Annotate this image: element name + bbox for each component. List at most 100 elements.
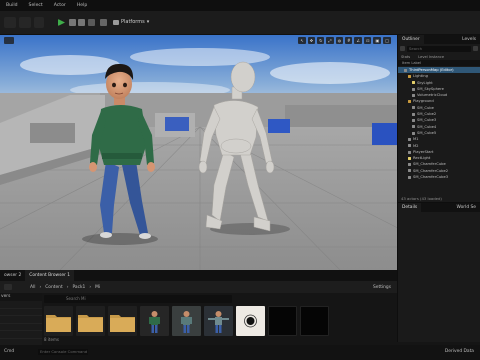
cmd-label[interactable]: Cmd xyxy=(4,349,14,354)
viewport-toolbar: ↖ ✥ ↻ ⤢ ◍ # ∠ ⊡ ▣ □ xyxy=(298,37,391,44)
select-mode-icon[interactable]: ↖ xyxy=(298,37,306,44)
translate-icon[interactable]: ✥ xyxy=(307,37,316,44)
tab-outliner[interactable]: Outliner xyxy=(398,35,424,44)
mesh-icon xyxy=(412,125,415,129)
scale-icon[interactable]: ⤢ xyxy=(326,37,334,44)
level-viewport[interactable]: ↖ ✥ ↻ ⤢ ◍ # ∠ ⊡ ▣ □ xyxy=(0,35,397,270)
character-thumbnail xyxy=(149,311,160,333)
blue-cube xyxy=(165,117,189,131)
rotate-icon[interactable]: ↻ xyxy=(317,37,325,44)
asset-tile-folder[interactable] xyxy=(76,306,105,336)
asset-tile-dark[interactable] xyxy=(268,306,297,336)
platforms-label: Platforms xyxy=(121,19,145,25)
asset-tile-character-teal[interactable] xyxy=(172,306,201,336)
main-toolbar: Platforms ▾ xyxy=(0,11,480,35)
mesh-icon xyxy=(408,137,411,141)
outliner-tabs: Outliner Levels xyxy=(398,35,480,44)
console-command-input[interactable]: Enter Console Command xyxy=(38,349,88,355)
maximize-icon[interactable]: □ xyxy=(383,37,391,44)
actors-count: 43 actors (43 loaded) xyxy=(401,196,442,201)
blue-cube xyxy=(372,123,397,145)
menu-help[interactable]: Help xyxy=(77,3,87,8)
mesh-icon xyxy=(408,144,411,148)
source-row[interactable] xyxy=(0,301,42,309)
outliner-search-input[interactable]: Search xyxy=(407,45,471,52)
outliner-item-label: SM_Cube5 xyxy=(417,130,437,135)
content-browser-toolbar: All › Content › Pack1 › Mi Settings xyxy=(0,281,397,293)
grid-snap-icon[interactable]: # xyxy=(345,37,353,44)
pause-icon[interactable] xyxy=(69,19,76,26)
content-search-input[interactable]: Search Mi xyxy=(44,295,232,303)
platforms-menu[interactable]: Platforms ▾ xyxy=(113,19,149,25)
outliner-panel: Outliner Levels Search Stats Level Insta… xyxy=(397,35,480,202)
status-bar: Cmd Enter Console Command Derived Data xyxy=(0,345,480,360)
mesh-icon xyxy=(412,87,415,91)
source-row[interactable] xyxy=(0,316,42,324)
asset-tile-dark[interactable] xyxy=(300,306,329,336)
outliner-subtabs: Stats Level Instance xyxy=(398,53,480,60)
level-icon xyxy=(404,68,407,72)
tab-world-settings[interactable]: World Se xyxy=(453,205,480,210)
settings-button[interactable]: Settings xyxy=(373,285,391,290)
source-row[interactable] xyxy=(0,309,42,316)
add-icon[interactable] xyxy=(4,284,12,290)
add-filter-icon[interactable] xyxy=(400,46,405,51)
asset-tile-character-tpose[interactable] xyxy=(204,306,233,336)
mesh-icon xyxy=(408,163,411,167)
menu-select[interactable]: Select xyxy=(29,3,43,8)
settings-icon[interactable] xyxy=(473,46,478,51)
asset-tile-folder[interactable] xyxy=(44,306,73,336)
outliner-item-label: SM_ChamferCube3 xyxy=(413,175,449,180)
step-icon[interactable] xyxy=(78,19,85,26)
play-icon[interactable] xyxy=(58,19,65,26)
tab-content-browser-2[interactable]: owser 2 xyxy=(0,270,25,281)
outliner-item[interactable]: SM_ChamferCube3 xyxy=(398,174,480,180)
viewport-options-button[interactable] xyxy=(4,37,14,44)
breadcrumb-mi[interactable]: Mi xyxy=(95,285,100,290)
camera-speed-icon[interactable]: ▣ xyxy=(373,37,382,44)
more-options-icon[interactable] xyxy=(100,19,107,26)
tab-levels[interactable]: Levels xyxy=(458,37,480,42)
add-content-button[interactable] xyxy=(34,17,44,28)
tab-stats[interactable]: Stats xyxy=(401,55,410,59)
tab-details[interactable]: Details xyxy=(398,203,422,212)
chevron-down-icon: ▾ xyxy=(146,19,150,25)
mesh-icon xyxy=(412,119,415,123)
save-button[interactable] xyxy=(4,17,16,28)
source-row[interactable] xyxy=(0,324,42,331)
mesh-icon xyxy=(412,106,415,110)
asset-tile-material-dot[interactable] xyxy=(236,306,265,336)
breadcrumb-pack1[interactable]: Pack1 xyxy=(72,285,85,290)
rotation-snap-icon[interactable]: ∠ xyxy=(354,37,363,44)
sources-header[interactable]: vers xyxy=(0,293,42,301)
stop-icon[interactable] xyxy=(88,19,95,26)
folder-icon xyxy=(46,315,71,332)
breadcrumb-all[interactable]: All xyxy=(30,285,35,290)
tab-content-browser-1[interactable]: Content Browser 1 xyxy=(25,270,75,281)
asset-tile-character-green[interactable] xyxy=(140,306,169,336)
platforms-icon xyxy=(113,19,119,25)
world-space-icon[interactable]: ◍ xyxy=(335,37,344,44)
asset-tile-folder[interactable] xyxy=(108,306,137,336)
breadcrumb-content[interactable]: Content xyxy=(45,285,62,290)
tab-level-instance[interactable]: Level Instance xyxy=(418,55,444,59)
derived-data-button[interactable]: Derived Data xyxy=(445,349,474,354)
outliner-tree: ThirdPersonMap (Editor) Lighting SkyLight S… xyxy=(398,66,480,180)
folder-icon xyxy=(408,74,411,78)
menu-actor[interactable]: Actor xyxy=(54,3,66,8)
mode-select-button[interactable] xyxy=(19,17,31,28)
folder-icon xyxy=(110,315,135,332)
outliner-search-row: Search xyxy=(398,44,480,53)
mesh-icon xyxy=(412,93,415,97)
menu-build[interactable]: Build xyxy=(6,3,18,8)
asset-grid xyxy=(44,305,394,337)
blue-cube xyxy=(268,119,290,133)
scale-snap-icon[interactable]: ⊡ xyxy=(364,37,372,44)
folder-icon xyxy=(408,100,411,104)
breadcrumb: All › Content › Pack1 › Mi xyxy=(30,285,101,290)
content-browser-sources: vers xyxy=(0,293,42,345)
mesh-icon xyxy=(408,150,411,154)
details-tabs: Details World Se xyxy=(398,203,480,212)
mesh-icon xyxy=(408,175,411,179)
source-row[interactable] xyxy=(0,331,42,339)
